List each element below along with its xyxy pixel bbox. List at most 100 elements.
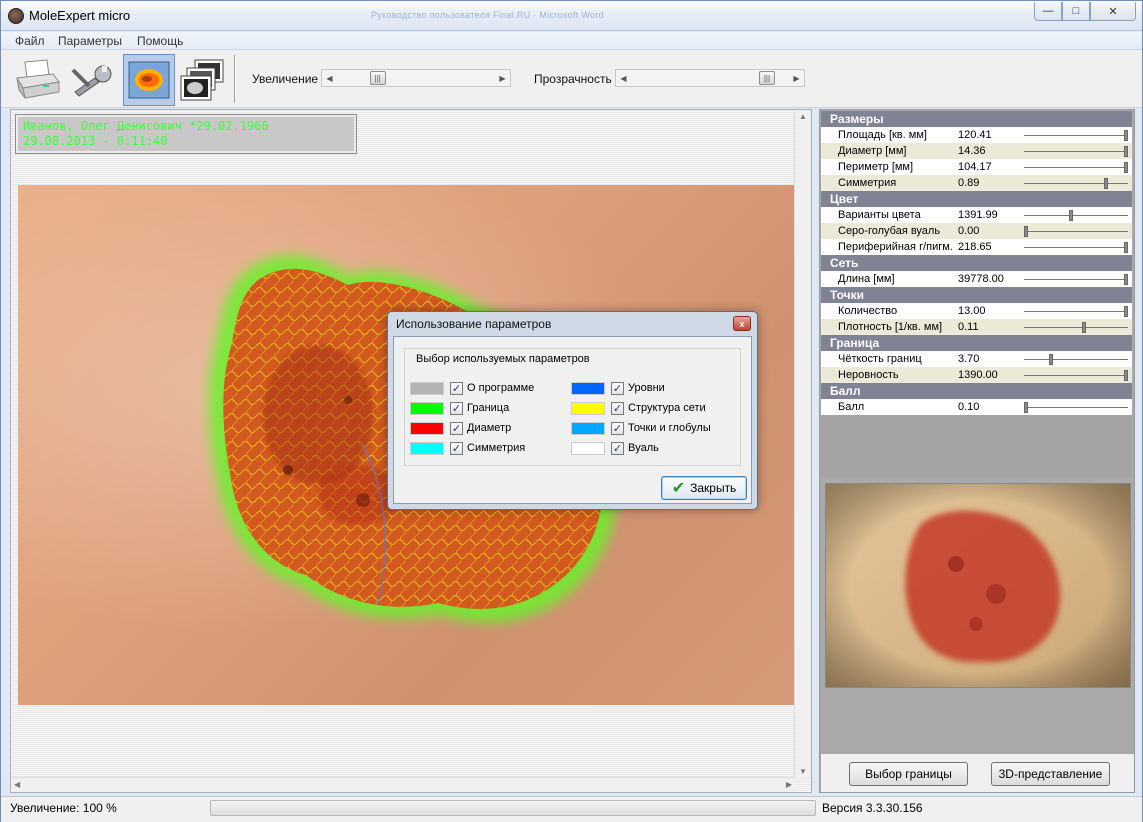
image-horizontal-scrollbar[interactable]: ◀ ▶ xyxy=(11,777,795,792)
parameter-slider[interactable] xyxy=(1024,231,1128,232)
scroll-down-arrow-icon[interactable]: ▼ xyxy=(799,767,807,776)
parameter-slider[interactable] xyxy=(1024,151,1128,152)
option-checkbox[interactable]: ✓ xyxy=(450,442,463,455)
parameter-slider[interactable] xyxy=(1024,375,1128,376)
color-swatch[interactable] xyxy=(410,442,444,455)
minimize-button[interactable]: — xyxy=(1034,2,1062,21)
option-checkbox[interactable]: ✓ xyxy=(450,422,463,435)
lesion-thumbnail[interactable] xyxy=(825,483,1131,688)
parameter-row: Периметр [мм] 104.17 xyxy=(821,159,1132,175)
color-swatch[interactable] xyxy=(410,382,444,395)
option-checkbox[interactable]: ✓ xyxy=(450,402,463,415)
scroll-right-arrow-icon[interactable]: ▶ xyxy=(786,780,792,789)
parameter-row: Чёткость границ 3.70 xyxy=(821,351,1132,367)
parameter-slider-thumb[interactable] xyxy=(1124,242,1128,253)
color-swatch[interactable] xyxy=(571,422,605,435)
dialog-close-ok-button[interactable]: ✔ Закрыть xyxy=(661,476,747,500)
border-select-button[interactable]: Выбор границы xyxy=(849,762,968,786)
option-checkbox[interactable]: ✓ xyxy=(611,442,624,455)
toolbar-separator xyxy=(234,55,236,103)
parameter-slider-thumb[interactable] xyxy=(1124,306,1128,317)
transparency-left-arrow-icon[interactable]: ◀ xyxy=(616,70,631,86)
option-checkbox[interactable]: ✓ xyxy=(611,422,624,435)
view-3d-button[interactable]: 3D-представление xyxy=(991,762,1110,786)
transparency-right-arrow-icon[interactable]: ▶ xyxy=(789,70,804,86)
parameter-slider-thumb[interactable] xyxy=(1124,370,1128,381)
parameter-value: 104.17 xyxy=(958,161,992,173)
zoom-slider[interactable]: ◀ ||| ▶ xyxy=(321,69,511,87)
scroll-left-arrow-icon[interactable]: ◀ xyxy=(14,780,20,789)
parameter-slider-thumb[interactable] xyxy=(1104,178,1108,189)
option-checkbox[interactable]: ✓ xyxy=(450,382,463,395)
transparency-slider[interactable]: ◀ ||| ▶ xyxy=(615,69,805,87)
patient-info-box: Иванов, Олег Денисович *29.02.1966 29.08… xyxy=(15,114,357,154)
parameter-slider-thumb[interactable] xyxy=(1124,130,1128,141)
parameter-option[interactable]: ✓ Симметрия xyxy=(410,441,570,457)
parameter-row: Длина [мм] 39778.00 xyxy=(821,271,1132,287)
close-button[interactable]: ✕ xyxy=(1090,2,1136,21)
parameter-value: 120.41 xyxy=(958,129,992,141)
parameter-value: 13.00 xyxy=(958,305,986,317)
parameter-slider[interactable] xyxy=(1024,407,1128,408)
parameter-slider-thumb[interactable] xyxy=(1124,162,1128,173)
parameter-option[interactable]: ✓ Структура сети xyxy=(571,401,731,417)
parameter-option[interactable]: ✓ Точки и глобулы xyxy=(571,421,731,437)
parameter-value: 0.11 xyxy=(958,321,979,333)
zoom-slider-thumb[interactable]: ||| xyxy=(369,71,386,85)
parameter-slider[interactable] xyxy=(1024,215,1128,216)
status-zoom: Увеличение: 100 % xyxy=(10,801,117,815)
parameter-name: Диаметр [мм] xyxy=(838,145,907,157)
status-bar: Увеличение: 100 % Версия 3.3.30.156 xyxy=(1,796,1142,822)
image-vertical-scrollbar[interactable]: ▲ ▼ xyxy=(794,110,811,778)
settings-button[interactable] xyxy=(67,54,119,106)
scroll-up-arrow-icon[interactable]: ▲ xyxy=(799,112,807,121)
parameter-value: 218.65 xyxy=(958,241,992,253)
parameter-slider[interactable] xyxy=(1024,167,1128,168)
parameter-name: Серо-голубая вуаль xyxy=(838,225,941,237)
parameter-slider[interactable] xyxy=(1024,311,1128,312)
menu-file[interactable]: Файл xyxy=(15,34,45,48)
color-swatch[interactable] xyxy=(410,402,444,415)
parameter-slider[interactable] xyxy=(1024,359,1128,360)
parameter-row: Периферийная г/пигм. 218.65 xyxy=(821,239,1132,255)
print-button[interactable] xyxy=(11,54,63,106)
wrench-icon xyxy=(71,65,112,97)
title-bar[interactable]: MoleExpert micro Руководство пользовател… xyxy=(1,1,1142,31)
zoom-left-arrow-icon[interactable]: ◀ xyxy=(322,70,337,86)
gallery-button[interactable] xyxy=(177,54,229,106)
color-swatch[interactable] xyxy=(571,442,605,455)
parameter-slider-thumb[interactable] xyxy=(1124,274,1128,285)
color-swatch[interactable] xyxy=(410,422,444,435)
parameter-slider[interactable] xyxy=(1024,279,1128,280)
menu-help[interactable]: Помощь xyxy=(137,34,183,48)
menu-parameters[interactable]: Параметры xyxy=(58,34,122,48)
dialog-close-button[interactable]: x xyxy=(733,316,751,331)
parameter-option[interactable]: ✓ Граница xyxy=(410,401,570,417)
parameter-slider-thumb[interactable] xyxy=(1049,354,1053,365)
option-checkbox[interactable]: ✓ xyxy=(611,382,624,395)
parameter-option[interactable]: ✓ Уровни xyxy=(571,381,731,397)
parameter-option[interactable]: ✓ Вуаль xyxy=(571,441,731,457)
parameter-slider[interactable] xyxy=(1024,135,1128,136)
parameter-slider[interactable] xyxy=(1024,327,1128,328)
parameter-slider[interactable] xyxy=(1024,183,1128,184)
parameter-slider-thumb[interactable] xyxy=(1024,226,1028,237)
parameter-slider-thumb[interactable] xyxy=(1069,210,1073,221)
transparency-slider-thumb[interactable]: ||| xyxy=(758,71,775,85)
maximize-button[interactable]: □ xyxy=(1062,2,1090,21)
parameter-option[interactable]: ✓ Диаметр xyxy=(410,421,570,437)
color-swatch[interactable] xyxy=(571,402,605,415)
parameter-slider-thumb[interactable] xyxy=(1082,322,1086,333)
parameter-slider[interactable] xyxy=(1024,247,1128,248)
parameter-slider-thumb[interactable] xyxy=(1124,146,1128,157)
parameter-value: 0.00 xyxy=(958,225,980,237)
option-checkbox[interactable]: ✓ xyxy=(611,402,624,415)
option-label: О программе xyxy=(467,382,535,394)
parameter-name: Чёткость границ xyxy=(838,353,922,365)
zoom-right-arrow-icon[interactable]: ▶ xyxy=(495,70,510,86)
color-swatch[interactable] xyxy=(571,382,605,395)
section-header: Точки xyxy=(821,287,1132,303)
parameter-option[interactable]: ✓ О программе xyxy=(410,381,570,397)
parameter-slider-thumb[interactable] xyxy=(1024,402,1028,413)
contour-view-button[interactable] xyxy=(123,54,175,106)
